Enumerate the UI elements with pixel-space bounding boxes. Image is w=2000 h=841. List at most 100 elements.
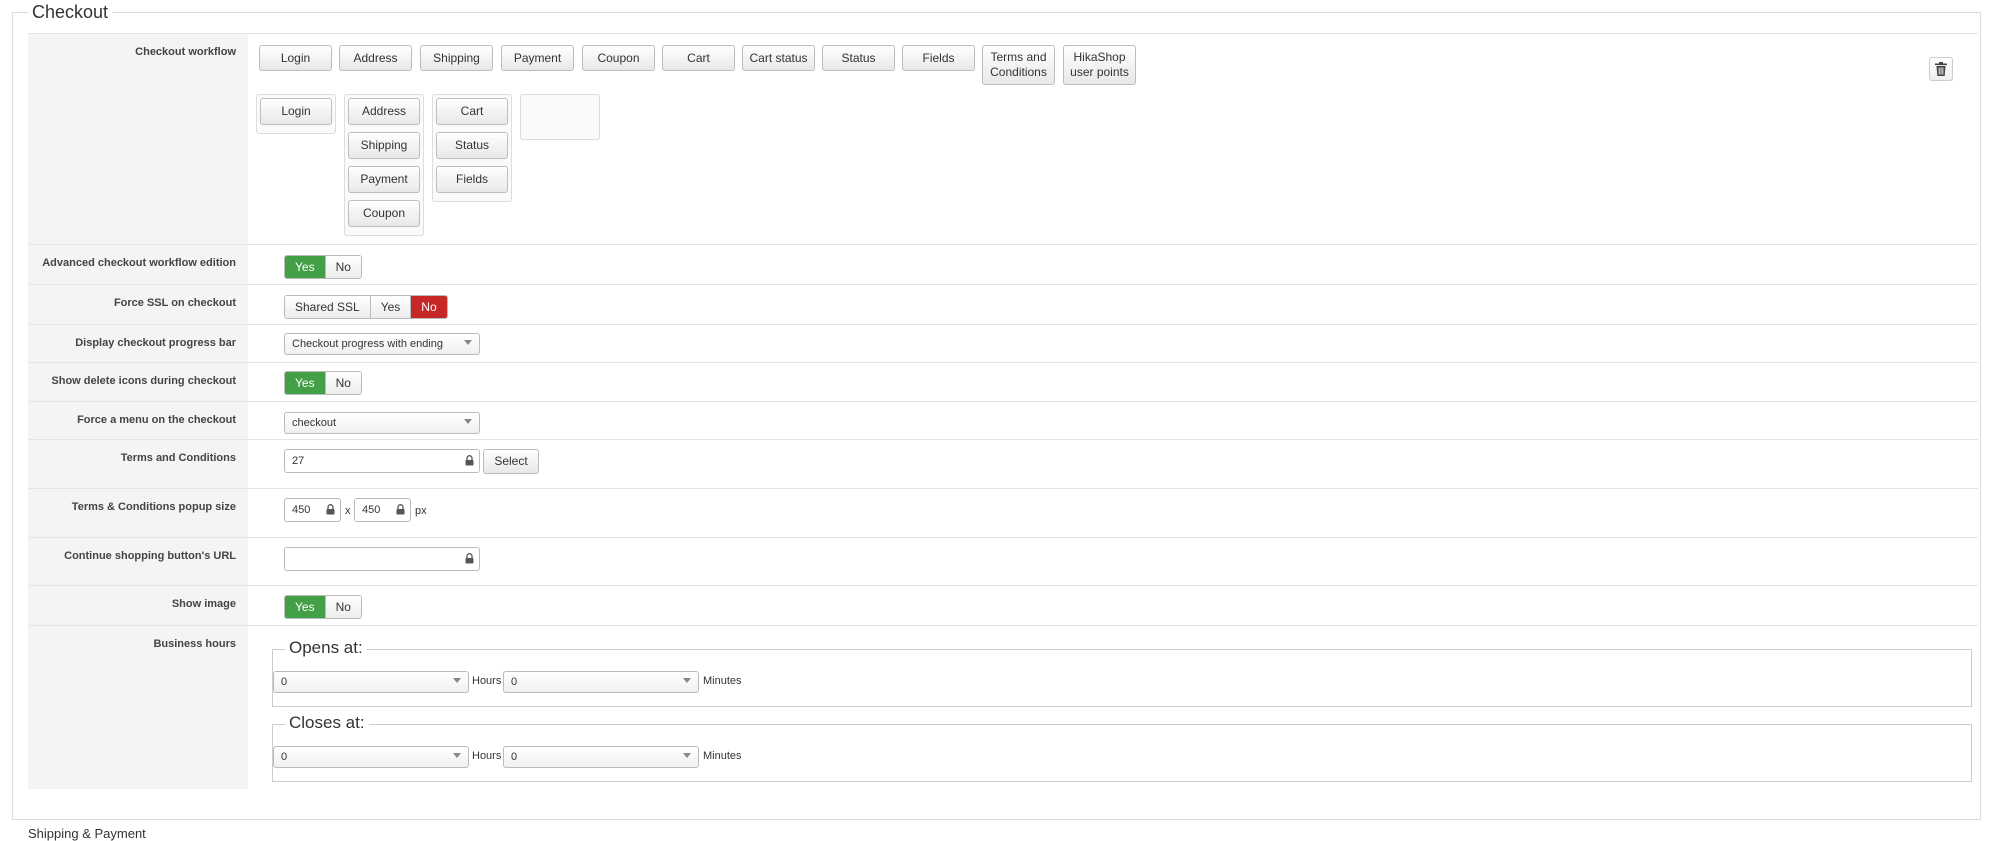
popup-width-input[interactable]: 450 [284,498,341,522]
closes-at-legend: Closes at: [285,713,369,733]
label-show-image: Show image [28,586,248,625]
continue-url-input[interactable] [284,547,480,571]
step-button[interactable]: HikaShop user points [1063,45,1136,85]
workflow-step[interactable]: Shipping [348,132,420,159]
section-title: Checkout [28,2,113,23]
next-section-title: Shipping & Payment [28,826,146,841]
label-continue-url: Continue shopping button's URL [28,538,248,585]
row-force-menu: Force a menu on the checkout checkout [28,401,1978,439]
chevron-down-icon [453,678,461,683]
delete-icons-yes[interactable]: Yes [285,372,326,394]
terms-select-button[interactable]: Select [483,449,539,474]
step-button[interactable]: Coupon [582,45,655,71]
label-business-hours: Business hours [28,626,248,789]
workflow-step[interactable]: Address [348,98,420,125]
row-terms-popup: Terms & Conditions popup size 450 x 450 … [28,488,1978,537]
terms-input[interactable]: 27 [284,449,480,473]
workflow-step[interactable]: Status [436,132,508,159]
advanced-workflow-yes[interactable]: Yes [285,256,326,278]
label-advanced-workflow: Advanced checkout workflow edition [28,245,248,284]
closes-hours-value: 0 [281,751,288,763]
delete-icons-no[interactable]: No [325,372,361,394]
step-button[interactable]: Address [339,45,412,71]
show-image-toggle[interactable]: Yes No [284,595,362,619]
opens-hours-label: Hours [472,675,502,687]
closes-at-fieldset: Closes at: 0 Hours 0 Minutes [272,713,1972,782]
step-button[interactable]: Cart [662,45,735,71]
row-show-image: Show image Yes No [28,585,1978,625]
popup-width-value: 450 [292,504,311,516]
force-ssl-toggle[interactable]: Shared SSL Yes No [284,295,448,319]
advanced-workflow-toggle[interactable]: Yes No [284,255,362,279]
row-terms: Terms and Conditions 27 Select [28,439,1978,488]
trash-icon [1935,62,1947,76]
delete-icons-toggle[interactable]: Yes No [284,371,362,395]
opens-minutes-value: 0 [511,676,518,688]
closes-minutes-value: 0 [511,751,518,763]
opens-hours-value: 0 [281,676,288,688]
chevron-down-icon [464,419,472,424]
label-delete-icons: Show delete icons during checkout [28,363,248,401]
force-ssl-no[interactable]: No [411,296,447,318]
opens-at-fieldset: Opens at: 0 Hours 0 Minutes [272,638,1972,707]
lock-icon[interactable] [396,504,405,515]
force-menu-value: checkout [292,417,337,429]
chevron-down-icon [683,678,691,683]
workflow-step[interactable]: Cart [436,98,508,125]
step-button[interactable]: Login [259,45,332,71]
row-advanced-workflow: Advanced checkout workflow edition Yes N… [28,244,1978,284]
show-image-yes[interactable]: Yes [285,596,326,618]
row-force-ssl: Force SSL on checkout Shared SSL Yes No [28,284,1978,324]
closes-minutes-label: Minutes [703,750,742,762]
advanced-workflow-no[interactable]: No [325,256,361,278]
force-ssl-yes[interactable]: Yes [370,296,412,318]
step-button[interactable]: Shipping [420,45,493,71]
label-force-ssl: Force SSL on checkout [28,285,248,324]
row-progress-bar: Display checkout progress bar Checkout p… [28,324,1978,362]
opens-minutes-select[interactable]: 0 [503,671,699,693]
popup-height-input[interactable]: 450 [354,498,411,522]
label-progress-bar: Display checkout progress bar [28,325,248,362]
row-business-hours: Business hours Opens at: 0 Hours 0 Minut… [28,625,1978,789]
label-force-menu: Force a menu on the checkout [28,402,248,439]
workflow-step[interactable]: Login [260,98,332,125]
popup-size-separator: x [345,505,351,517]
opens-minutes-label: Minutes [703,675,742,687]
chevron-down-icon [464,340,472,345]
label-checkout-workflow: Checkout workflow [28,34,248,244]
label-terms-popup: Terms & Conditions popup size [28,489,248,537]
closes-hours-select[interactable]: 0 [273,746,469,768]
workflow-column[interactable]: Cart Status Fields [432,94,512,202]
step-button[interactable]: Fields [902,45,975,71]
terms-value: 27 [292,455,305,467]
popup-size-unit: px [415,505,427,517]
lock-icon[interactable] [465,455,474,466]
show-image-no[interactable]: No [325,596,361,618]
step-button[interactable]: Payment [501,45,574,71]
step-button[interactable]: Terms and Conditions [982,45,1055,85]
lock-icon[interactable] [326,504,335,515]
step-button[interactable]: Cart status [742,45,815,71]
workflow-editor: Login Address Shipping Payment Coupon Cart Car… [256,34,1978,244]
workflow-step[interactable]: Coupon [348,200,420,227]
row-continue-url: Continue shopping button's URL [28,537,1978,585]
workflow-step[interactable]: Fields [436,166,508,193]
closes-minutes-select[interactable]: 0 [503,746,699,768]
progress-bar-value: Checkout progress with ending [292,338,444,350]
row-delete-icons: Show delete icons during checkout Yes No [28,362,1978,401]
workflow-column[interactable] [520,94,600,140]
closes-hours-label: Hours [472,750,502,762]
progress-bar-select[interactable]: Checkout progress with ending [284,333,480,355]
delete-column-button[interactable] [1929,57,1953,81]
workflow-column[interactable]: Address Shipping Payment Coupon [344,94,424,236]
step-button[interactable]: Status [822,45,895,71]
force-ssl-shared[interactable]: Shared SSL [285,296,371,318]
opens-hours-select[interactable]: 0 [273,671,469,693]
row-checkout-workflow: Checkout workflow Login Address Shipping Pa… [28,33,1978,244]
lock-icon[interactable] [465,553,474,564]
chevron-down-icon [683,753,691,758]
workflow-column[interactable]: Login [256,94,336,134]
workflow-step[interactable]: Payment [348,166,420,193]
label-terms: Terms and Conditions [28,440,248,488]
force-menu-select[interactable]: checkout [284,412,480,434]
